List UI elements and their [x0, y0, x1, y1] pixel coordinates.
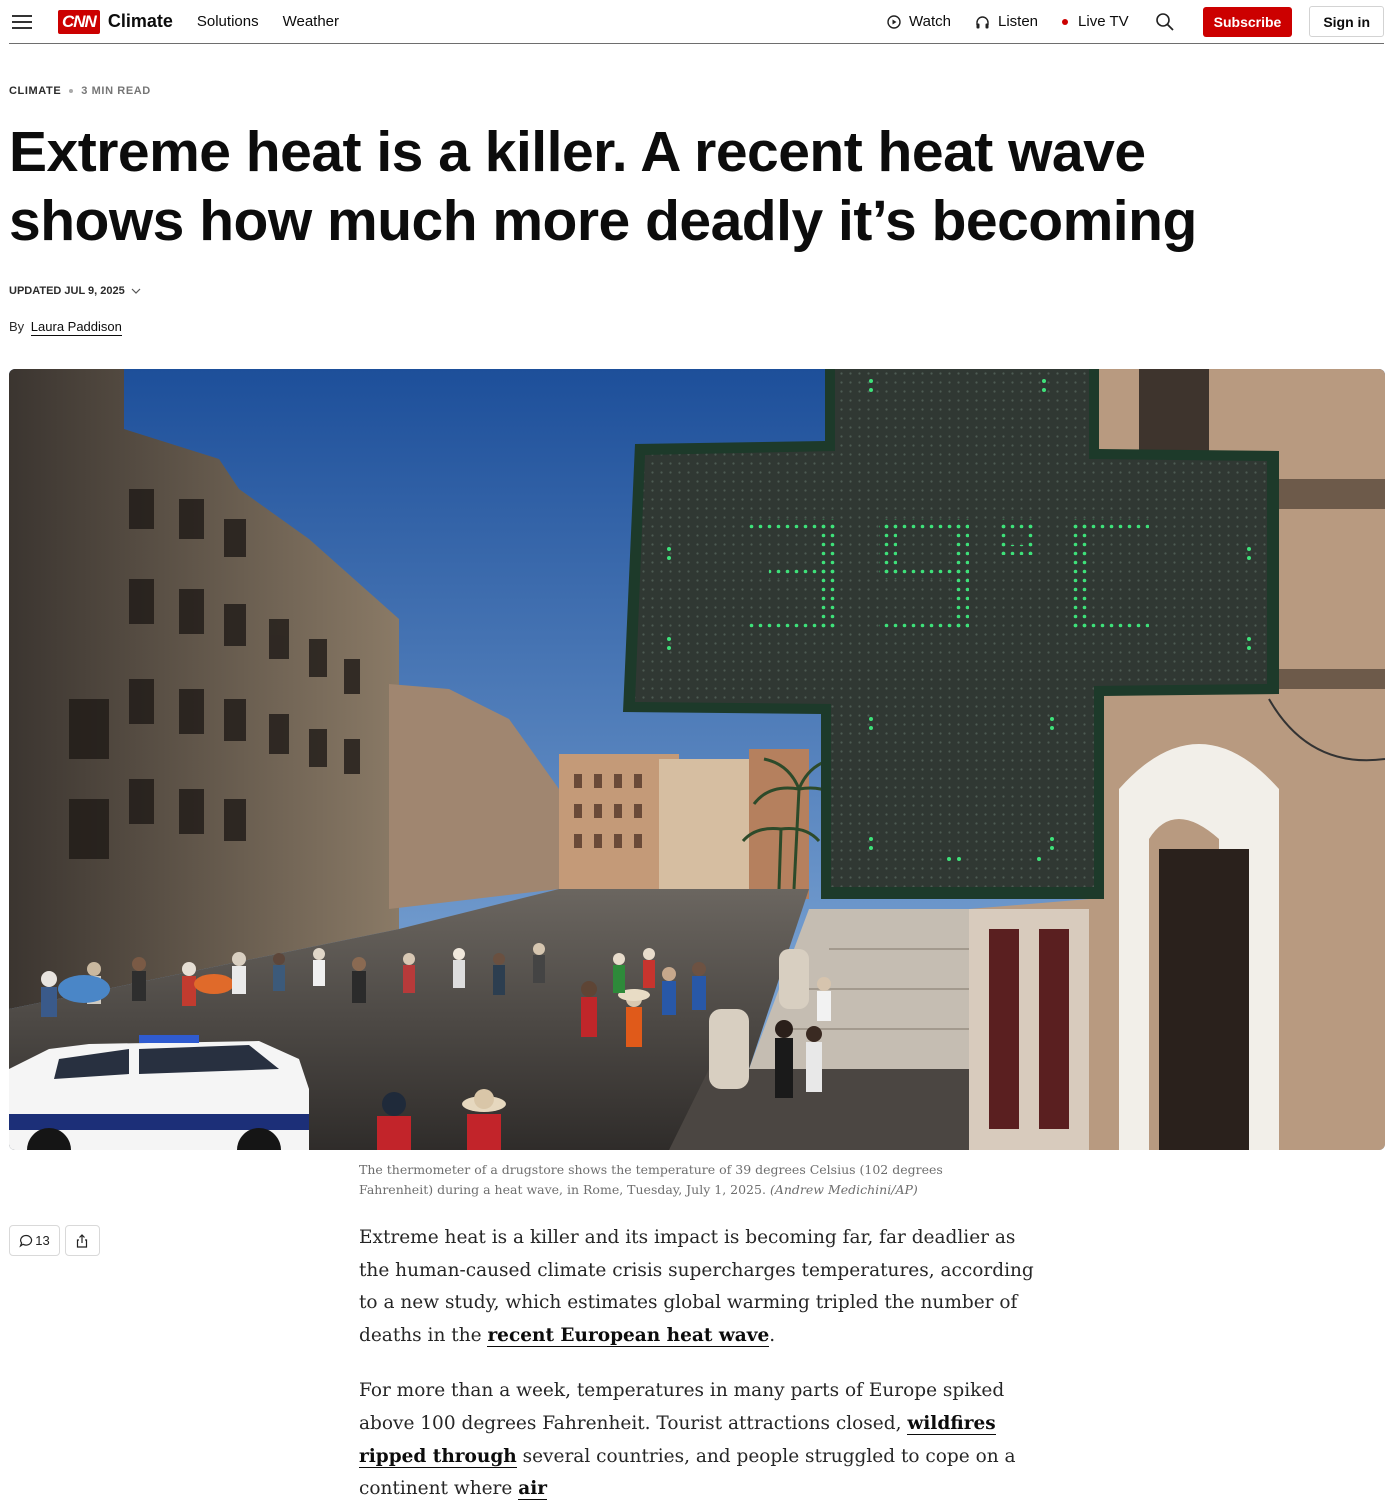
hero-image[interactable] [9, 369, 1385, 1150]
updated-timestamp[interactable]: UPDATED JUL 9, 2025 [9, 285, 141, 297]
article-kicker: CLIMATE 3 MIN READ [9, 85, 151, 97]
updated-label: UPDATED JUL 9, 2025 [9, 285, 125, 297]
section-title[interactable]: Climate [108, 11, 173, 32]
chevron-down-icon [131, 288, 141, 295]
byline: By Laura Paddison [9, 319, 122, 336]
search-icon[interactable] [1155, 12, 1175, 32]
sign-in-button[interactable]: Sign in [1309, 6, 1384, 37]
kicker-separator [69, 89, 74, 93]
comment-count: 13 [35, 1233, 50, 1248]
share-button[interactable] [65, 1225, 100, 1256]
play-circle-icon [887, 14, 901, 29]
headline-line-2: shows how much more deadly it’s becoming [9, 189, 1197, 253]
byline-prefix: By [9, 319, 25, 334]
paragraph-1-end: . [769, 1324, 776, 1346]
site-header: CNN Climate Solutions Weather Watch List… [9, 0, 1384, 44]
paragraph-1: Extreme heat is a killer and its impact … [359, 1222, 1049, 1352]
article-body: Extreme heat is a killer and its impact … [359, 1222, 1049, 1500]
live-tv-link[interactable]: Live TV [1062, 13, 1129, 30]
comment-icon [19, 1234, 33, 1248]
watch-label: Watch [909, 13, 951, 30]
caption-credit: (Andrew Medichini/AP) [769, 1182, 918, 1197]
watch-link[interactable]: Watch [887, 13, 951, 30]
headline-line-1: Extreme heat is a killer. A recent heat … [9, 120, 1146, 184]
link-european-heat-wave[interactable]: recent European heat wave [487, 1324, 770, 1347]
comments-button[interactable]: 13 [9, 1225, 60, 1256]
nav-link-solutions[interactable]: Solutions [197, 13, 259, 30]
paragraph-2: For more than a week, temperatures in ma… [359, 1375, 1049, 1500]
listen-label: Listen [998, 13, 1039, 30]
author-link[interactable]: Laura Paddison [30, 319, 122, 336]
nav-link-weather[interactable]: Weather [283, 13, 339, 30]
kicker-section[interactable]: CLIMATE [9, 85, 61, 97]
live-dot-icon [1062, 18, 1069, 25]
cnn-logo[interactable]: CNN [58, 9, 100, 34]
headphones-icon [975, 15, 990, 29]
share-icon [75, 1233, 89, 1248]
article-headline: Extreme heat is a killer. A recent heat … [9, 118, 1349, 256]
listen-link[interactable]: Listen [975, 13, 1038, 30]
link-air[interactable]: air [518, 1478, 547, 1500]
subscribe-button[interactable]: Subscribe [1202, 6, 1293, 37]
social-actions: 13 [9, 1225, 105, 1256]
header-actions: Watch Listen Live TV Subscribe Sign in [863, 6, 1384, 37]
read-time: 3 MIN READ [81, 85, 151, 97]
hero-photo-illustration [9, 369, 1385, 1150]
live-tv-label: Live TV [1078, 13, 1129, 30]
menu-icon[interactable] [12, 14, 32, 30]
image-caption: The thermometer of a drugstore shows the… [359, 1160, 999, 1200]
